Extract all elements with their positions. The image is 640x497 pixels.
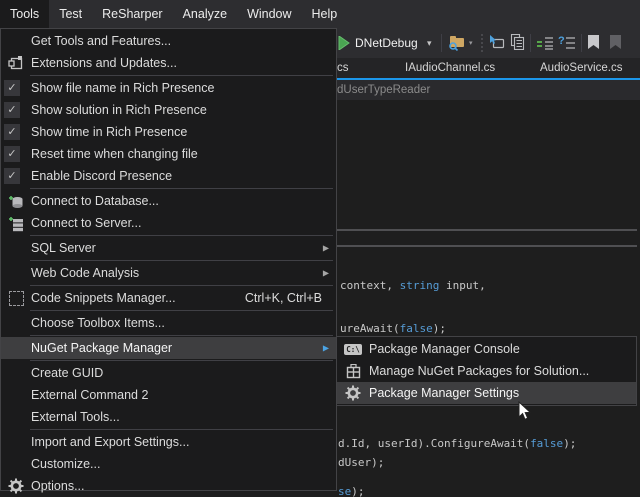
smart-indent-icon[interactable]: ? [558, 34, 576, 52]
submenu-arrow-icon: ▶ [323, 243, 329, 252]
menu-item-external-tools[interactable]: External Tools... [1, 406, 336, 428]
mouse-cursor [518, 401, 532, 421]
menu-item-create-guid[interactable]: Create GUID [1, 362, 336, 384]
code-line: ureAwait(false); [340, 322, 446, 336]
checkmark-icon: ✓ [4, 102, 20, 118]
gear-icon [8, 478, 24, 494]
run-icon[interactable] [338, 36, 350, 50]
bookmark-partial-icon[interactable] [610, 35, 622, 50]
checkmark-icon: ✓ [4, 80, 20, 96]
code-line: d.Id, userId).ConfigureAwait(false); [338, 437, 576, 451]
submenu-arrow-icon: ▶ [323, 268, 329, 277]
chevron-down-icon[interactable]: ▾ [427, 28, 432, 58]
menu-item-choose-toolbox-items[interactable]: Choose Toolbox Items... [1, 312, 336, 334]
submenu-arrow-icon: ▶ [323, 343, 329, 352]
menu-separator [30, 429, 333, 430]
server-add-icon [8, 215, 25, 232]
indent-icon[interactable] [537, 36, 554, 50]
menu-item-enable-discord-presence[interactable]: ✓ Enable Discord Presence [1, 165, 336, 187]
tab-iaudiochannel[interactable]: IAudioChannel.cs [405, 58, 495, 78]
menu-item-show-file-name[interactable]: ✓ Show file name in Rich Presence [1, 77, 336, 99]
toolbar-separator [581, 34, 582, 52]
tab-audioservice[interactable]: AudioService.cs [540, 58, 622, 78]
checkmark-icon: ✓ [4, 124, 20, 140]
tools-menu: Get Tools and Features... Extensions and… [0, 28, 337, 491]
search-folder-icon[interactable] [448, 35, 466, 51]
code-line: se); [338, 485, 365, 497]
breadcrumb[interactable]: dUserTypeReader [337, 80, 430, 100]
menu-item-customize[interactable]: Customize... [1, 453, 336, 475]
menu-separator [30, 310, 333, 311]
checkmark-icon: ✓ [4, 168, 20, 184]
menubar-item-help[interactable]: Help [302, 0, 348, 28]
console-icon: C:\ [344, 344, 362, 355]
submenu-item-package-manager-console[interactable]: C:\ Package Manager Console [337, 338, 636, 360]
pane-splitter[interactable] [337, 229, 637, 231]
checkmark-icon: ✓ [4, 146, 20, 162]
toolbar-grip[interactable] [481, 34, 483, 52]
menu-separator [30, 235, 333, 236]
menu-separator [30, 260, 333, 261]
menu-separator [30, 335, 333, 336]
shortcut-label: Ctrl+K, Ctrl+B [245, 291, 336, 305]
submenu-item-manage-nuget-packages[interactable]: Manage NuGet Packages for Solution... [337, 360, 636, 382]
menu-item-get-tools-and-features[interactable]: Get Tools and Features... [1, 30, 336, 52]
menu-item-import-export-settings[interactable]: Import and Export Settings... [1, 431, 336, 453]
menu-item-code-snippets-manager[interactable]: Code Snippets Manager... Ctrl+K, Ctrl+B [1, 287, 336, 309]
menu-separator [30, 188, 333, 189]
menu-item-connect-to-database[interactable]: Connect to Database... [1, 190, 336, 212]
gear-icon [345, 385, 361, 401]
menu-item-extensions-and-updates[interactable]: Extensions and Updates... [1, 52, 336, 74]
menu-item-options[interactable]: Options... [1, 475, 336, 497]
menu-item-web-code-analysis[interactable]: Web Code Analysis ▶ [1, 262, 336, 284]
menubar-item-test[interactable]: Test [49, 0, 92, 28]
menu-separator [30, 285, 333, 286]
menubar-item-analyze[interactable]: Analyze [173, 0, 237, 28]
navigate-cursor-icon[interactable] [489, 35, 505, 50]
menubar-item-tools[interactable]: Tools [0, 0, 49, 28]
menubar-item-window[interactable]: Window [237, 0, 301, 28]
code-line: context, string input, [340, 279, 486, 293]
database-add-icon [8, 193, 25, 210]
vs-window: Tools Test ReSharper Analyze Window Help… [0, 0, 640, 497]
menu-item-show-solution[interactable]: ✓ Show solution in Rich Presence [1, 99, 336, 121]
pane-splitter[interactable] [337, 245, 637, 247]
snippets-icon [9, 291, 24, 306]
toolbar-separator [441, 34, 442, 52]
menu-item-external-command-2[interactable]: External Command 2 [1, 384, 336, 406]
menu-item-show-time[interactable]: ✓ Show time in Rich Presence [1, 121, 336, 143]
menubar: Tools Test ReSharper Analyze Window Help [0, 0, 640, 28]
code-line: dUser); [338, 456, 384, 470]
toolbar-separator [530, 34, 531, 52]
chevron-down-icon[interactable]: ▾ [469, 39, 473, 47]
nuget-submenu: C:\ Package Manager Console Manage NuGet… [336, 336, 637, 406]
submenu-item-package-manager-settings[interactable]: Package Manager Settings [337, 382, 636, 404]
package-icon [346, 364, 361, 379]
menu-item-reset-time[interactable]: ✓ Reset time when changing file [1, 143, 336, 165]
bookmark-icon[interactable] [588, 35, 600, 50]
menu-item-nuget-package-manager[interactable]: NuGet Package Manager ▶ [1, 337, 336, 359]
extensions-icon [8, 55, 24, 71]
tab-partial[interactable]: cs [337, 58, 349, 78]
copy-lines-icon[interactable] [509, 34, 525, 50]
menu-separator [30, 75, 333, 76]
run-config-dropdown[interactable]: DNetDebug [355, 28, 418, 58]
menu-item-connect-to-server[interactable]: Connect to Server... [1, 212, 336, 234]
menubar-item-resharper[interactable]: ReSharper [92, 0, 172, 28]
menu-item-sql-server[interactable]: SQL Server ▶ [1, 237, 336, 259]
menu-separator [30, 360, 333, 361]
